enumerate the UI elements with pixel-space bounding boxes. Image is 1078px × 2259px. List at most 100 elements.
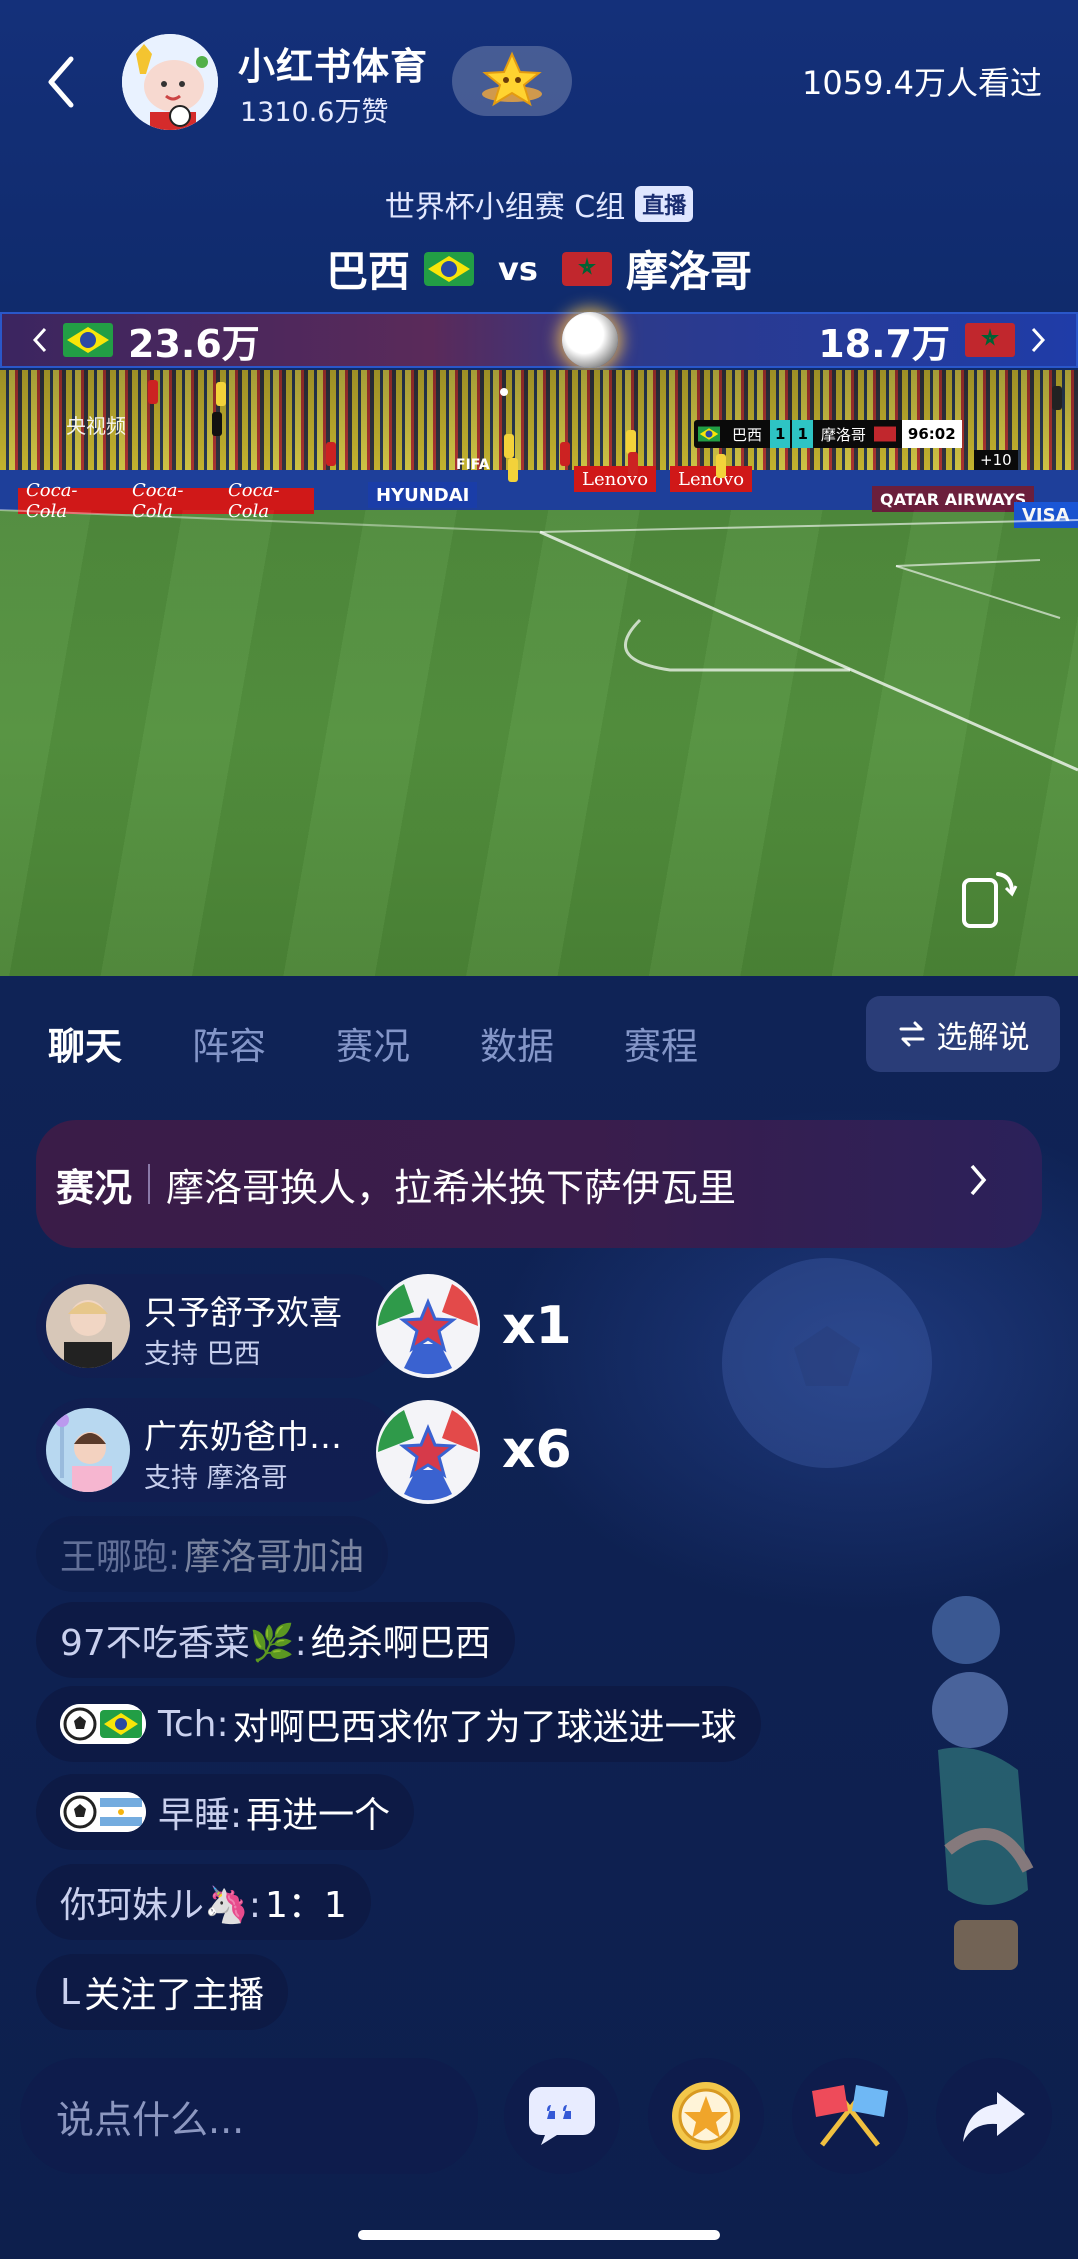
share-button[interactable] xyxy=(936,2058,1052,2174)
tab-chat[interactable]: 聊天 xyxy=(48,1016,122,1070)
user-avatar[interactable] xyxy=(46,1408,130,1492)
away-support[interactable]: 18.7万 xyxy=(818,314,1046,366)
chat-user: Tch: xyxy=(158,1703,229,1745)
match-status-banner[interactable]: 赛况 摩洛哥换人，拉希米换下萨伊瓦里 xyxy=(36,1120,1042,1248)
live-header: 小红书体育 1310.6万赞 1059.4万人看过 世界杯小组赛 C组 直播 巴西… xyxy=(0,0,1078,380)
vs-label: vs xyxy=(498,249,538,288)
chat-text: 关注了主播 xyxy=(84,1975,265,2016)
gift-button[interactable] xyxy=(648,2058,764,2174)
soccer-ball-gift-icon xyxy=(376,1400,480,1504)
away-support-count: 18.7万 xyxy=(818,321,950,366)
chat-input[interactable]: 说点什么... xyxy=(20,2058,478,2174)
quote-bubble-icon xyxy=(529,2087,595,2145)
player xyxy=(504,434,514,458)
support-bar: 23.6万 18.7万 xyxy=(0,312,1078,368)
scorebug-clock: 96:02 xyxy=(901,420,962,448)
back-arrow-icon xyxy=(48,56,74,108)
scorebug-home: 巴西 xyxy=(732,425,763,444)
player xyxy=(626,430,636,454)
chat-text: 对啊巴西求你了为了球迷进一球 xyxy=(232,1707,737,1748)
player xyxy=(628,452,638,476)
chat-message[interactable]: Tch: 对啊巴西求你了为了球迷进一球 xyxy=(36,1686,761,1762)
brazil-flag-icon xyxy=(63,323,113,357)
host-avatar-image xyxy=(122,34,218,130)
away-team-name: 摩洛哥 xyxy=(625,247,752,296)
rotate-screen-button[interactable] xyxy=(958,868,1018,932)
live-video-player[interactable]: Coca-Cola Coca-Cola Coca-Cola HYUNDAI Le… xyxy=(0,370,1078,976)
player xyxy=(326,442,336,466)
chat-text: 绝杀啊巴西 xyxy=(310,1623,491,1664)
brazil-fan-badge-icon xyxy=(60,1704,146,1744)
scorebug-home-score: 1 xyxy=(770,420,791,448)
gift-sender-support: 支持 摩洛哥 xyxy=(144,1463,288,1494)
match-teams: 巴西 vs 摩洛哥 xyxy=(0,238,1078,299)
scorebug-away-score: 1 xyxy=(792,420,813,448)
chat-message[interactable]: 早睡: 再进一个 xyxy=(36,1774,415,1850)
chevron-left-icon xyxy=(32,327,47,353)
soccer-ball-icon xyxy=(562,312,618,368)
back-button[interactable] xyxy=(38,50,82,114)
swap-icon xyxy=(899,1021,924,1047)
chevron-right-icon xyxy=(970,1164,987,1196)
world-cup-trophy-icon xyxy=(932,1596,1034,1970)
user-avatar[interactable] xyxy=(46,1284,130,1368)
player xyxy=(560,442,570,466)
scorebug-away: 摩洛哥 xyxy=(820,425,866,444)
soccer-ball-gift-icon xyxy=(376,1274,480,1378)
soccer-ball-watermark xyxy=(722,1258,932,1468)
chat-input-placeholder: 说点什么... xyxy=(56,2097,245,2142)
tab-schedule[interactable]: 赛程 xyxy=(624,1016,698,1070)
pitch-lines xyxy=(0,509,1078,772)
select-commentary-label: 选解说 xyxy=(936,1019,1030,1056)
status-text: 摩洛哥换人，拉希米换下萨伊瓦里 xyxy=(166,1165,737,1210)
broadcaster-logo: 央视频 xyxy=(66,414,126,438)
gift-count: x1 xyxy=(502,1296,572,1356)
host-avatar[interactable] xyxy=(122,34,218,130)
gift-sender-name: 只予舒予欢喜 xyxy=(144,1293,342,1332)
chat-user: 你珂妹ル🦄: xyxy=(60,1885,261,1926)
chat-user: 早睡: xyxy=(158,1795,243,1836)
match-stage: 世界杯小组赛 C组 直播 xyxy=(0,182,1078,226)
quote-bubble-button[interactable] xyxy=(504,2058,620,2174)
home-indicator xyxy=(358,2230,720,2240)
live-tag: 直播 xyxy=(635,186,694,222)
chat-message[interactable]: 你珂妹ル🦄: 1：1 xyxy=(36,1864,371,1940)
chat-message[interactable]: L 关注了主播 xyxy=(36,1954,289,2030)
chat-text: 摩洛哥加油 xyxy=(184,1537,365,1578)
scorebug: 巴西 1 1 摩洛哥 96:02 xyxy=(694,420,962,448)
player xyxy=(216,382,226,406)
morocco-flag-icon xyxy=(965,323,1015,357)
brazil-flag-icon xyxy=(424,251,475,286)
cheer-flags-button[interactable] xyxy=(792,2058,908,2174)
select-commentary-button[interactable]: 选解说 xyxy=(866,996,1060,1072)
home-support-count: 23.6万 xyxy=(128,321,260,366)
chevron-right-icon xyxy=(1031,327,1046,353)
tab-match-status[interactable]: 赛况 xyxy=(336,1016,410,1070)
host-badge-button[interactable] xyxy=(452,46,572,116)
host-likes-count: 1310.6万赞 xyxy=(240,97,389,128)
chat-message[interactable]: 王哪跑: 摩洛哥加油 xyxy=(36,1516,389,1592)
gift-message[interactable]: 只予舒予欢喜 支持 巴西 xyxy=(36,1274,400,1378)
morocco-flag-icon xyxy=(561,251,612,286)
brazil-flag-icon xyxy=(698,426,720,442)
host-name[interactable]: 小红书体育 xyxy=(238,36,428,90)
gift-sender-name: 广东奶爸巾… xyxy=(144,1417,342,1456)
morocco-flag-icon xyxy=(873,426,896,442)
gift-message[interactable]: 广东奶爸巾… 支持 摩洛哥 xyxy=(36,1398,400,1502)
chat-text: 1：1 xyxy=(264,1885,347,1926)
home-support[interactable]: 23.6万 xyxy=(32,314,260,366)
soccer-ball-gift-icon xyxy=(672,2082,740,2150)
status-label: 赛况 xyxy=(56,1165,133,1210)
match-stage-text: 世界杯小组赛 C组 xyxy=(384,190,626,225)
chat-message[interactable]: 97不吃香菜🌿: 绝杀啊巴西 xyxy=(36,1602,515,1678)
player xyxy=(508,458,518,482)
crossed-flags-icon xyxy=(812,2085,888,2147)
player xyxy=(716,454,726,478)
chat-user: 王哪跑: xyxy=(60,1537,181,1578)
chat-user: L xyxy=(60,1971,81,2013)
tab-lineup[interactable]: 阵容 xyxy=(192,1016,266,1070)
gift-count: x6 xyxy=(502,1420,572,1480)
tab-stats[interactable]: 数据 xyxy=(480,1016,554,1070)
player xyxy=(148,380,158,404)
referee xyxy=(212,412,222,436)
